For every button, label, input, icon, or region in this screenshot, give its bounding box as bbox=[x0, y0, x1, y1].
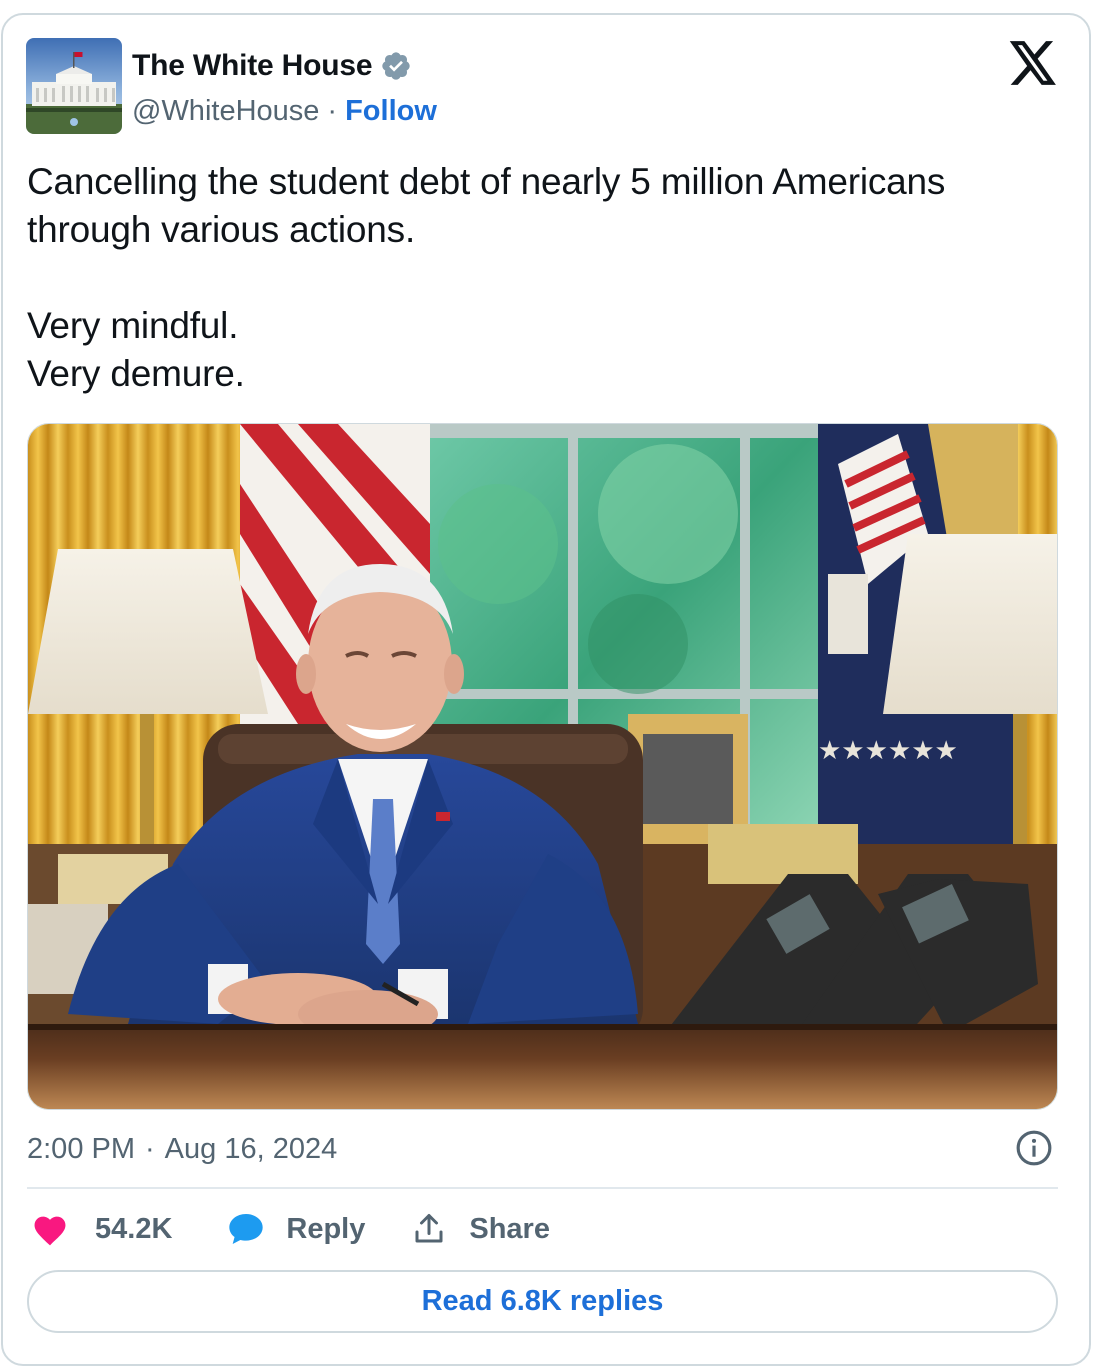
tweet-time: 2:00 PM bbox=[27, 1132, 135, 1165]
divider bbox=[27, 1187, 1058, 1189]
share-upload-icon bbox=[415, 1214, 443, 1243]
tweet-photo[interactable]: ★★★★★★ bbox=[27, 423, 1058, 1110]
like-count: 54.2K bbox=[95, 1212, 173, 1245]
reply-button[interactable]: Reply bbox=[226, 1209, 365, 1249]
like-button[interactable]: 54.2K bbox=[27, 1212, 172, 1246]
reply-label: Reply bbox=[286, 1212, 366, 1245]
heart-icon bbox=[34, 1216, 66, 1246]
author-name-row: The White House bbox=[132, 46, 412, 86]
share-button[interactable]: Share bbox=[411, 1210, 550, 1248]
author-handle-row: @WhiteHouse · Follow bbox=[132, 92, 437, 130]
tweet-date: Aug 16, 2024 bbox=[164, 1132, 338, 1165]
tweet-text: Cancelling the student debt of nearly 5 … bbox=[27, 161, 946, 394]
timestamp-separator: · bbox=[145, 1132, 155, 1165]
x-logo-icon[interactable] bbox=[1008, 40, 1058, 86]
reply-bubble-icon bbox=[229, 1214, 264, 1244]
author-handle[interactable]: @WhiteHouse bbox=[132, 95, 319, 128]
tweet-actions: 54.2K Reply Share bbox=[27, 1205, 550, 1253]
verified-badge-icon bbox=[382, 52, 411, 80]
share-label: Share bbox=[469, 1212, 550, 1245]
oval-office-photo-icon: ★★★★★★ bbox=[28, 424, 1057, 1109]
info-icon[interactable] bbox=[1015, 1129, 1053, 1167]
read-replies-button[interactable]: Read 6.8K replies bbox=[27, 1270, 1058, 1333]
author-avatar[interactable] bbox=[26, 38, 122, 134]
author-display-name[interactable]: The White House bbox=[132, 49, 373, 83]
follow-button[interactable]: Follow bbox=[345, 95, 437, 128]
tweet-timestamp[interactable]: 2:00 PM · Aug 16, 2024 bbox=[27, 1130, 337, 1168]
white-house-avatar-icon bbox=[26, 38, 122, 134]
handle-separator: · bbox=[327, 94, 338, 127]
svg-text:★★★★★★: ★★★★★★ bbox=[818, 736, 958, 766]
